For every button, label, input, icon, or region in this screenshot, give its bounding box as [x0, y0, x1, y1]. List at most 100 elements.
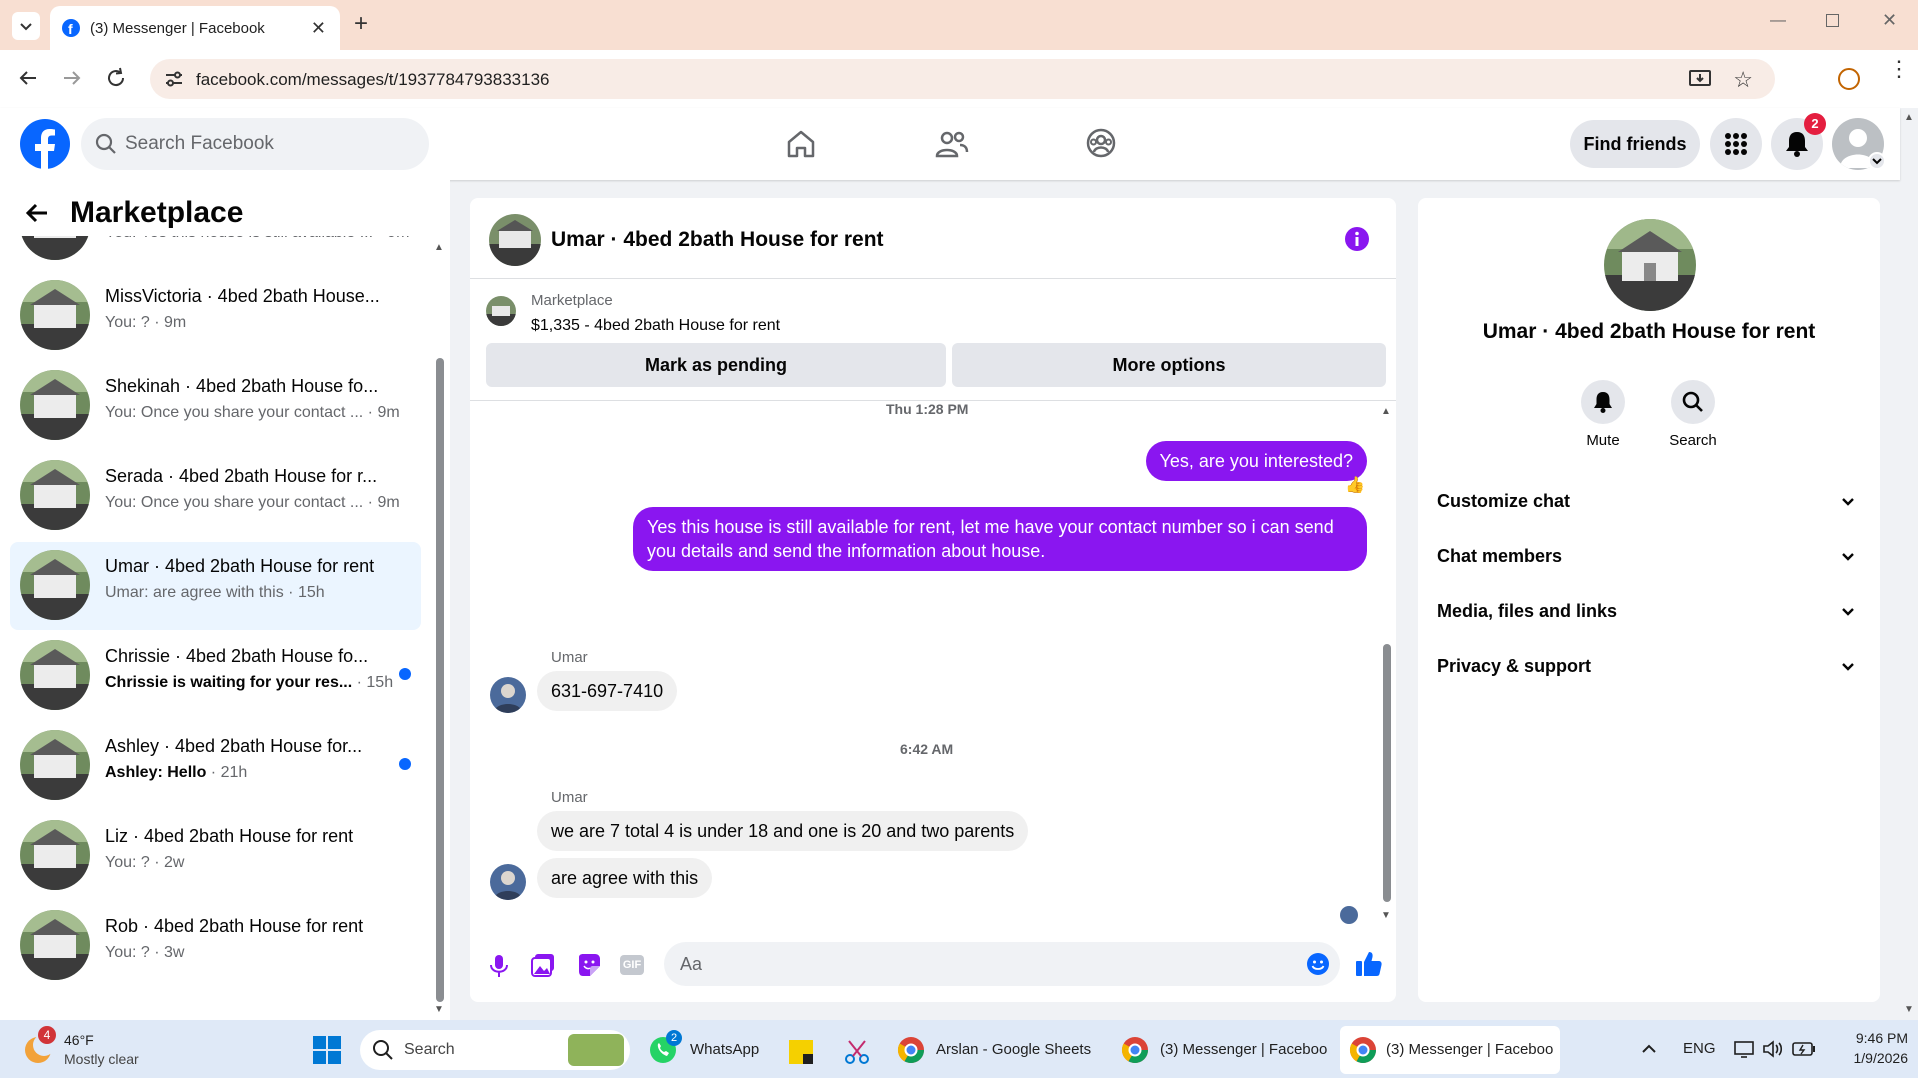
clock[interactable]: 9:46 PM 1/9/2026: [1828, 1030, 1909, 1066]
facebook-logo[interactable]: [20, 119, 70, 169]
conversation-avatar: [20, 910, 90, 980]
gif-button[interactable]: GIF: [620, 955, 644, 975]
find-friends-button[interactable]: Find friends: [1570, 120, 1700, 168]
profile-icon[interactable]: [1838, 68, 1860, 90]
chrome-messenger-taskbar-item[interactable]: (3) Messenger | Faceboo: [1120, 1030, 1330, 1070]
customize-chat-section[interactable]: Customize chat: [1437, 491, 1570, 512]
network-icon[interactable]: [1734, 1040, 1754, 1058]
voice-clip-button[interactable]: [488, 954, 510, 978]
message-bubble-incoming[interactable]: 631-697-7410: [537, 671, 678, 711]
sticker-button[interactable]: [577, 953, 601, 977]
message-bubble-outgoing[interactable]: Yes, are you interested?: [1145, 441, 1367, 481]
conversation-item[interactable]: MissVictoria · 4bed 2bath House... You: ?…: [10, 272, 421, 360]
snippet-text: You: Once you share your contact ...: [105, 494, 364, 511]
url-text: facebook.com/messages/t/1937784793833136: [196, 70, 550, 89]
message-bubble-incoming[interactable]: we are 7 total 4 is under 18 and one is …: [537, 811, 1029, 851]
listing-thumbnail[interactable]: [486, 296, 516, 326]
conversation-snippet: You: ? · 3w: [105, 944, 405, 962]
close-window-button[interactable]: ✕: [1882, 10, 1897, 31]
conversation-item[interactable]: Serada · 4bed 2bath House for r... You: O…: [10, 452, 421, 540]
nav-home-button[interactable]: [785, 128, 817, 160]
conversation-item[interactable]: Liz · 4bed 2bath House for rent You: ? · …: [10, 812, 421, 900]
menu-button[interactable]: [1710, 118, 1762, 170]
attach-media-button[interactable]: [531, 953, 555, 977]
sender-avatar[interactable]: [490, 864, 526, 900]
sender-avatar[interactable]: [490, 677, 526, 713]
page-scroll-down[interactable]: ▼: [1904, 1004, 1914, 1015]
chat-scroll-up[interactable]: ▲: [1381, 406, 1391, 417]
listing-title[interactable]: $1,335 - 4bed 2bath House for rent: [531, 317, 780, 335]
chat-members-section[interactable]: Chat members: [1437, 546, 1562, 567]
install-app-icon[interactable]: [1689, 69, 1711, 89]
sidebar-scrollbar[interactable]: [436, 358, 444, 1002]
bookmark-star-icon[interactable]: ☆: [1733, 67, 1753, 93]
conversation-item[interactable]: Chrissie · 4bed 2bath House fo... Chrissi…: [10, 632, 421, 720]
chevron-down-icon[interactable]: [1840, 494, 1856, 510]
conversation-avatar: [20, 280, 90, 350]
privacy-support-section[interactable]: Privacy & support: [1437, 656, 1591, 677]
more-options-button[interactable]: More options: [952, 343, 1386, 387]
snippet-text: Umar: are agree with this: [105, 584, 284, 601]
close-tab-icon[interactable]: ✕: [311, 18, 326, 39]
sidebar-scroll-down[interactable]: ▼: [434, 1004, 444, 1015]
conversation-item[interactable]: Yelmin · 4bed 2bath House for r...You: Y…: [10, 236, 421, 270]
battery-icon[interactable]: [1792, 1042, 1816, 1056]
site-info-icon[interactable]: [164, 70, 184, 88]
back-to-marketplace-button[interactable]: [24, 200, 50, 226]
back-button[interactable]: [16, 66, 40, 90]
chat-scroll-down[interactable]: ▼: [1381, 910, 1391, 921]
new-tab-button[interactable]: +: [354, 10, 368, 38]
reload-button[interactable]: [104, 66, 128, 90]
search-in-chat-button[interactable]: [1671, 380, 1715, 424]
chrome-messenger-active-taskbar-item[interactable]: (3) Messenger | Faceboo: [1340, 1026, 1560, 1074]
info-button[interactable]: [1344, 226, 1370, 252]
message-composer[interactable]: Aa: [664, 942, 1340, 986]
chat-scrollbar[interactable]: [1383, 644, 1391, 902]
nav-groups-button[interactable]: [1085, 127, 1117, 159]
conversation-item[interactable]: Ashley · 4bed 2bath House for... Ashley: …: [10, 722, 421, 810]
conversation-item[interactable]: Shekinah · 4bed 2bath House fo... You: On…: [10, 362, 421, 450]
send-like-button[interactable]: [1355, 950, 1383, 978]
search-icon: [1682, 391, 1703, 412]
mute-button[interactable]: [1581, 380, 1625, 424]
page-scroll-up[interactable]: ▲: [1904, 112, 1914, 123]
whatsapp-taskbar-item[interactable]: 2 WhatsApp: [648, 1030, 768, 1070]
minimize-button[interactable]: —: [1770, 12, 1786, 30]
mark-as-pending-button[interactable]: Mark as pending: [486, 343, 946, 387]
conversation-item[interactable]: Umar · 4bed 2bath House for rent Umar: ar…: [10, 542, 421, 630]
mute-label: Mute: [1586, 432, 1620, 449]
details-avatar[interactable]: [1604, 219, 1696, 311]
chevron-down-icon[interactable]: [1840, 659, 1856, 675]
account-chevron-icon[interactable]: [1868, 152, 1886, 170]
message-bubble-outgoing[interactable]: Yes this house is still available for re…: [633, 507, 1367, 571]
start-button[interactable]: [312, 1035, 342, 1065]
chevron-down-icon[interactable]: [1840, 549, 1856, 565]
show-hidden-icons[interactable]: [1640, 1042, 1658, 1056]
omnibox[interactable]: facebook.com/messages/t/1937784793833136…: [150, 59, 1775, 99]
conversation-item[interactable]: Rob · 4bed 2bath House for rent You: ? · …: [10, 902, 421, 990]
weather-widget[interactable]: 4 46°F Mostly clear: [18, 1026, 178, 1072]
sticky-notes-taskbar-item[interactable]: [789, 1040, 813, 1064]
restore-button[interactable]: [1826, 14, 1839, 27]
chat-header-avatar[interactable]: [489, 214, 541, 266]
browser-menu-icon[interactable]: ⋮: [1888, 58, 1910, 80]
tab-list-button[interactable]: [12, 12, 40, 40]
chrome-icon: [1349, 1037, 1377, 1064]
language-indicator[interactable]: ENG: [1683, 1040, 1716, 1057]
message-bubble-incoming[interactable]: are agree with this: [537, 858, 713, 898]
chat-title[interactable]: Umar · 4bed 2bath House for rent: [551, 228, 884, 252]
snippet-separator: ·: [373, 236, 387, 241]
message-reaction[interactable]: 👍: [1345, 475, 1365, 495]
media-files-links-section[interactable]: Media, files and links: [1437, 601, 1617, 622]
facebook-search[interactable]: Search Facebook: [81, 118, 429, 170]
chrome-sheets-taskbar-item[interactable]: Arslan - Google Sheets: [896, 1030, 1096, 1070]
sidebar-scroll-up[interactable]: ▲: [434, 242, 444, 253]
chevron-down-icon[interactable]: [1840, 604, 1856, 620]
nav-friends-button[interactable]: [935, 128, 969, 160]
volume-icon[interactable]: [1762, 1040, 1784, 1058]
snipping-tool-taskbar-item[interactable]: [843, 1038, 871, 1066]
emoji-icon[interactable]: [1306, 952, 1330, 976]
taskbar-search[interactable]: Search: [360, 1030, 630, 1070]
forward-button[interactable]: [60, 66, 84, 90]
browser-tab[interactable]: f (3) Messenger | Facebook ✕: [50, 6, 340, 50]
